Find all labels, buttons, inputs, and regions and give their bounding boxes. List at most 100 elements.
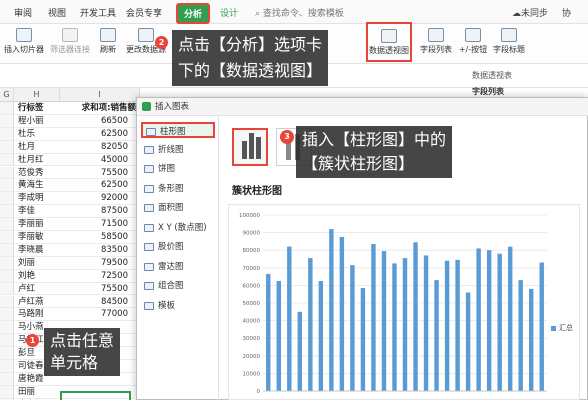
table-row[interactable]: 李丽丽 71500 — [0, 218, 140, 231]
clustered-column-option[interactable] — [232, 128, 268, 166]
table-row[interactable]: 杜月红 45000 — [0, 153, 140, 167]
row-value: 66500 — [100, 115, 128, 126]
chart-type-icon — [144, 223, 154, 232]
chart-type-icon — [144, 243, 154, 251]
row-gutter — [0, 243, 14, 256]
table-row[interactable]: 李佳 87500 — [0, 205, 140, 219]
chart-bar — [392, 263, 397, 391]
tab-member[interactable]: 会员专享 — [126, 6, 162, 19]
table-row[interactable]: 范俊秀 75500 — [0, 166, 140, 180]
row-label: 李佳 — [18, 206, 36, 217]
table-row[interactable]: 李成明 92000 — [0, 192, 140, 206]
chart-type-item[interactable]: 面积图 — [141, 200, 215, 216]
callout-step2-line2: 下的【数据透视图】 — [178, 61, 323, 80]
y-tick-label: 70000 — [243, 266, 261, 272]
chart-bar — [308, 258, 313, 391]
chart-type-item[interactable]: 饼图 — [141, 161, 215, 177]
filter-connect-button[interactable]: 筛选器连接 — [48, 26, 92, 62]
selected-cell[interactable] — [60, 391, 131, 400]
tab-view[interactable]: 视图 — [48, 6, 66, 19]
chart-bar — [507, 246, 513, 391]
row-label: 杜月 — [18, 141, 36, 152]
tab-design[interactable]: 设计 — [220, 6, 238, 19]
chart-bar — [287, 246, 292, 391]
table-row[interactable]: 李丽敏 58500 — [0, 231, 140, 244]
chart-type-label: 饼图 — [158, 164, 176, 174]
row-gutter — [0, 282, 14, 295]
chart-bar — [402, 258, 408, 391]
row-gutter — [0, 372, 14, 385]
chart-type-item[interactable]: 柱形图 — [141, 122, 215, 138]
field-list-title: 字段列表 — [472, 87, 504, 96]
table-row[interactable]: 杜乐 62500 — [0, 127, 140, 141]
y-tick-label: 100000 — [239, 213, 260, 219]
row-value: 45000 — [100, 154, 128, 165]
row-label: 程小丽 — [18, 115, 44, 126]
table-row[interactable]: 程小丽 66500 — [0, 114, 140, 128]
column-chart: 0 10000 20000 30000 40000 50000 60000 70000 8000… — [239, 213, 547, 395]
row-value: 79500 — [100, 257, 128, 268]
row-label: 彭旦 — [18, 348, 36, 359]
chart-type-label: 条形图 — [158, 183, 184, 194]
y-tick-label: 50000 — [243, 301, 261, 307]
slicer-icon — [16, 28, 32, 42]
chart-type-label: 柱形图 — [160, 127, 186, 137]
insert-slicer-button[interactable]: 插入切片器 — [2, 26, 46, 62]
table-row[interactable]: 李晓晨 83500 — [0, 243, 140, 257]
table-row[interactable]: 杜月 82050 — [0, 140, 140, 154]
chart-type-item[interactable]: 股价图 — [141, 239, 215, 255]
command-search[interactable]: ⌕ 查找命令、搜索模板 — [255, 6, 344, 19]
field-list-icon — [428, 28, 444, 42]
chart-bar — [486, 250, 492, 391]
table-row[interactable]: 卢红 75500 — [0, 282, 140, 296]
row-label: 田丽 — [18, 386, 36, 397]
chart-type-item[interactable]: 组合图 — [141, 278, 215, 294]
collab-button[interactable]: 协 — [562, 6, 571, 19]
sync-status[interactable]: ☁未同步 — [512, 6, 548, 19]
pivot-header-row[interactable]: 行标签 求和项:销售额 — [0, 102, 140, 115]
plus-minus-button[interactable]: +/-按钮 — [456, 26, 490, 62]
row-gutter — [0, 295, 14, 308]
y-tick-label: 40000 — [243, 319, 261, 325]
table-row[interactable]: 黄海生 62500 — [0, 179, 140, 193]
chart-type-icon — [144, 165, 154, 173]
step-badge-1: 1 — [26, 334, 39, 347]
column-header-g[interactable]: G — [0, 88, 14, 102]
chart-bar — [297, 311, 303, 391]
table-row[interactable]: 马路刚 77000 — [0, 308, 140, 322]
ribbon-tab-bar: 审阅 视图 开发工具 会员专享 分析 设计 ⌕ 查找命令、搜索模板 ☁未同步 协 — [0, 0, 588, 24]
row-value: 75500 — [100, 283, 128, 294]
chart-type-item[interactable]: 折线图 — [141, 142, 215, 158]
tab-review[interactable]: 审阅 — [14, 6, 32, 19]
row-gutter — [0, 256, 14, 269]
chart-type-label: 组合图 — [158, 281, 184, 291]
chart-bar — [518, 280, 523, 391]
table-row[interactable]: 刘艳 72500 — [0, 269, 140, 283]
table-row[interactable]: 卢红燕 84500 — [0, 295, 140, 309]
chart-type-item[interactable]: X Y (散点图) — [141, 220, 215, 236]
row-value: 58500 — [100, 232, 128, 242]
chart-bar — [371, 244, 376, 391]
chart-preview[interactable]: 0 10000 20000 30000 40000 50000 60000 70000 8000… — [228, 204, 580, 400]
field-list-button[interactable]: 字段列表 — [418, 26, 454, 62]
chart-type-item[interactable]: 条形图 — [141, 181, 215, 197]
tab-analyze[interactable]: 分析 — [176, 3, 211, 24]
tab-dev-tools[interactable]: 开发工具 — [80, 6, 116, 19]
chart-type-label: 折线图 — [158, 144, 184, 155]
row-value: 82050 — [100, 141, 128, 152]
row-gutter — [0, 218, 14, 230]
field-header-button[interactable]: 字段标题 — [490, 26, 528, 62]
callout-step3-line2: 【簇状柱形图】 — [302, 154, 415, 173]
field-header-icon — [501, 28, 517, 42]
column-header-i[interactable]: I — [60, 88, 140, 102]
chart-bar — [413, 242, 418, 391]
chart-type-item[interactable]: 雷达图 — [141, 259, 215, 275]
refresh-button[interactable]: 刷新 — [96, 26, 120, 62]
chart-type-label: X Y (散点图) — [158, 222, 207, 233]
column-header-h[interactable]: H — [14, 88, 60, 102]
table-row[interactable]: 刘丽 79500 — [0, 256, 140, 270]
chart-type-item[interactable]: 模板 — [141, 298, 215, 314]
pivot-chart-button[interactable]: 数据透视图 — [366, 22, 412, 62]
row-label: 杜乐 — [18, 128, 36, 139]
y-tick-label: 20000 — [243, 354, 261, 360]
